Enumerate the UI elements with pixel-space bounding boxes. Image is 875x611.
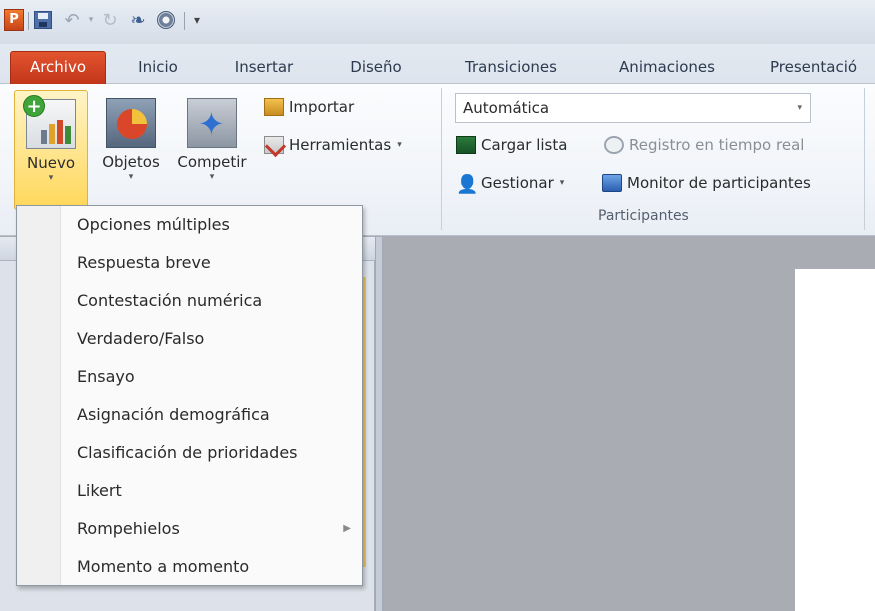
menu-item-likert[interactable]: Likert [77,476,357,506]
tab-diseno[interactable]: Diseño [330,52,422,84]
slide-canvas[interactable] [795,269,875,611]
gear-icon[interactable] [154,8,178,32]
group-divider [441,88,442,230]
import-icon [264,98,284,116]
user-icon: 👤 [456,174,479,195]
tab-transiciones[interactable]: Transiciones [446,52,576,84]
tools-icon [264,136,284,154]
load-list-icon [456,136,476,154]
pane-splitter[interactable] [375,237,383,611]
tab-insertar[interactable]: Insertar [218,52,310,84]
combo-value: Automática [463,99,550,117]
submenu-arrow-icon: ▶ [343,523,351,534]
undo-dropdown-icon[interactable]: ▾ [86,8,96,32]
registro-label: Registro en tiempo real [629,136,805,154]
binoculars-icon[interactable]: ❧ [126,8,150,32]
toolbar-separator [28,12,29,30]
powerpoint-logo-icon[interactable]: P [4,9,24,31]
menu-item-contestacion-numerica[interactable]: Contestación numérica [77,286,357,316]
herramientas-button[interactable]: Herramientas ▾ [264,132,402,158]
menu-gutter [17,206,61,585]
chevron-down-icon: ▾ [128,172,134,182]
ribbon-tabs: Archivo Inicio Insertar Diseño Transicio… [0,44,875,84]
importar-button[interactable]: Importar [264,94,354,120]
importar-label: Importar [289,98,355,116]
quick-access-toolbar: P ↶ ▾ ↻ ❧ ▾ [0,0,875,44]
save-icon[interactable] [32,8,54,32]
cargar-lista-button[interactable]: Cargar lista [456,132,567,158]
competir-button[interactable]: ✦ Competir ▾ [172,90,252,210]
tab-animaciones[interactable]: Animaciones [600,52,734,84]
monitor-icon [602,174,622,192]
menu-item-asignacion-demografica[interactable]: Asignación demográfica [77,400,357,430]
new-question-icon: + [23,95,76,149]
undo-icon[interactable]: ↶ [62,8,82,32]
participantes-group-label: Participantes [598,208,689,224]
pie-chart-icon [106,98,156,148]
slide-canvas-area [384,237,875,611]
registro-button[interactable]: Registro en tiempo real [604,132,804,158]
chevron-down-icon: ▾ [559,178,565,188]
gestionar-label: Gestionar [481,174,554,192]
menu-item-respuesta-breve[interactable]: Respuesta breve [77,248,357,278]
nuevo-button[interactable]: + Nuevo ▾ [14,90,88,210]
menu-item-momento-a-momento[interactable]: Momento a momento [77,552,357,582]
tab-presentacion[interactable]: Presentació [760,52,875,84]
competir-label: Competir [177,153,247,171]
chevron-down-icon: ▾ [209,172,215,182]
menu-item-verdadero-falso[interactable]: Verdadero/Falso [77,324,357,354]
tab-archivo[interactable]: Archivo [10,51,106,84]
menu-item-ensayo[interactable]: Ensayo [77,362,357,392]
monitor-label: Monitor de participantes [627,174,811,192]
group-divider [864,88,865,230]
objetos-button[interactable]: Objetos ▾ [92,90,170,210]
participant-list-combo[interactable]: Automática ▾ [455,93,811,123]
toolbar-separator [184,12,185,30]
menu-item-rompehielos[interactable]: Rompehielos ▶ [77,514,357,544]
chevron-down-icon: ▾ [797,103,802,113]
chevron-down-icon: ▾ [48,173,54,183]
redo-icon[interactable]: ↻ [100,8,120,32]
tab-inicio[interactable]: Inicio [118,52,198,84]
nuevo-label: Nuevo [26,154,75,172]
menu-item-opciones-multiples[interactable]: Opciones múltiples [77,210,357,240]
check-clock-icon [604,136,624,154]
gestionar-button[interactable]: 👤 Gestionar ▾ [456,170,564,196]
customize-toolbar-icon[interactable]: ▾ [190,8,204,32]
menu-item-clasificacion-prioridades[interactable]: Clasificación de prioridades [77,438,357,468]
runner-icon: ✦ [187,98,237,148]
cargar-lista-label: Cargar lista [481,136,568,154]
monitor-button[interactable]: Monitor de participantes [602,170,811,196]
chevron-down-icon: ▾ [397,140,402,150]
nuevo-dropdown-menu: Opciones múltiples Respuesta breve Conte… [16,205,363,586]
herramientas-label: Herramientas [289,136,392,154]
objetos-label: Objetos [102,153,160,171]
